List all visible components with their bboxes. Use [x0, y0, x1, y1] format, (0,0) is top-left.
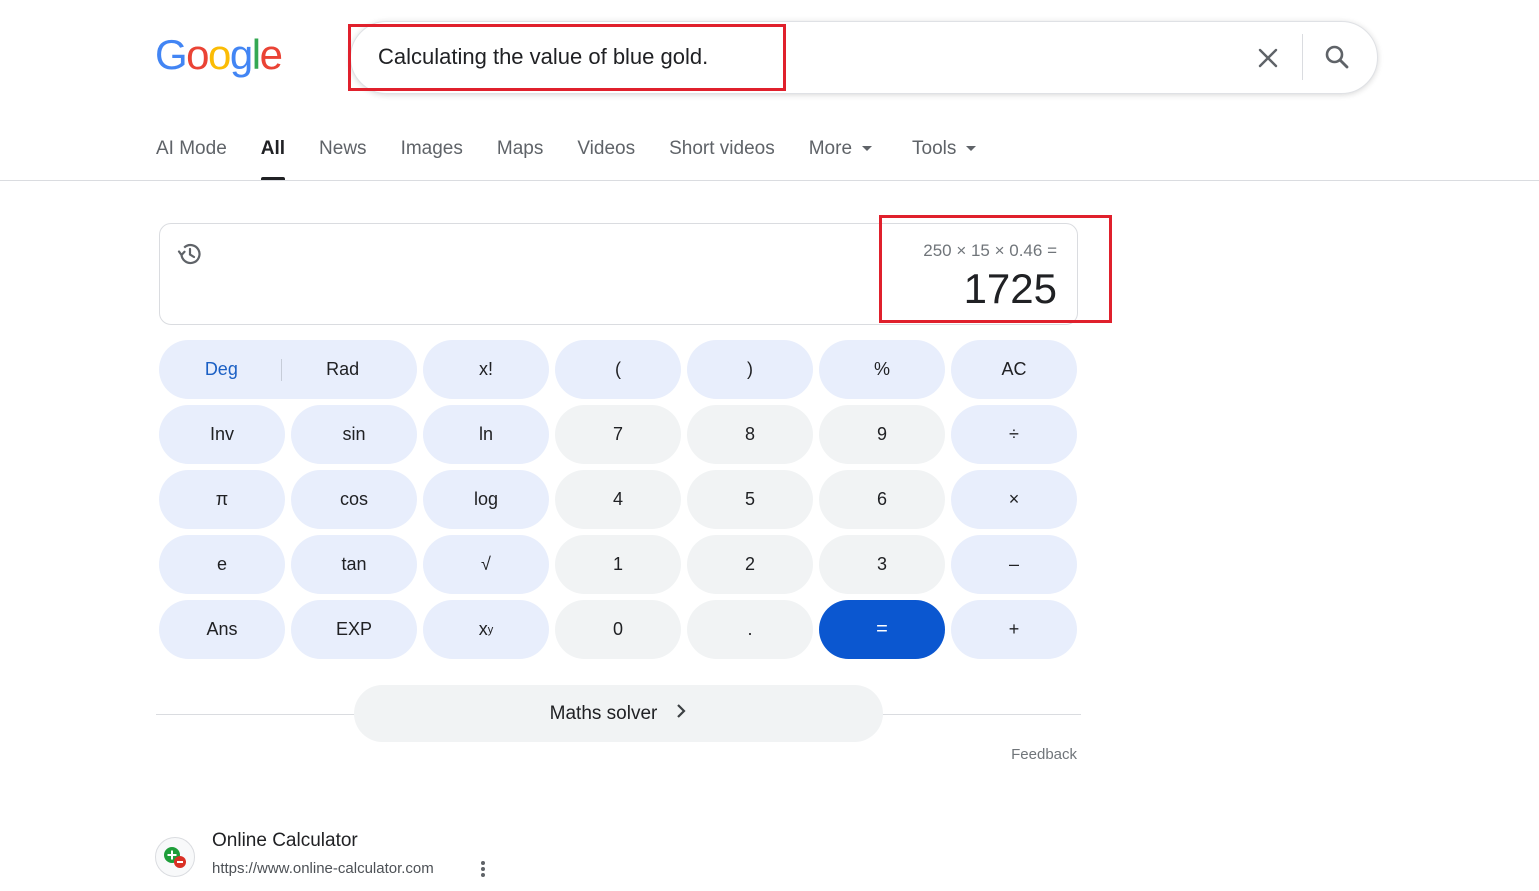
deg-button[interactable]: Deg: [205, 359, 238, 380]
digit-0-key[interactable]: 0: [555, 600, 681, 659]
e-key[interactable]: e: [159, 535, 285, 594]
maths-solver-label: Maths solver: [549, 702, 658, 724]
maths-solver-button[interactable]: Maths solver: [354, 685, 883, 742]
sin-key[interactable]: sin: [291, 405, 417, 464]
logo-letter: o: [186, 31, 209, 78]
digit-5-key[interactable]: 5: [687, 470, 813, 529]
pi-key[interactable]: π: [159, 470, 285, 529]
left-paren-key[interactable]: (: [555, 340, 681, 399]
tab-more[interactable]: More: [808, 136, 873, 180]
tab-news[interactable]: News: [319, 136, 367, 180]
digit-4-key[interactable]: 4: [555, 470, 681, 529]
tab-label: Short videos: [669, 138, 775, 159]
tab-ai-mode[interactable]: AI Mode: [156, 136, 227, 180]
tabs-divider: [0, 180, 1539, 181]
site-favicon: [155, 837, 195, 877]
feedback-link[interactable]: Feedback: [1011, 746, 1077, 763]
tab-label: AI Mode: [156, 138, 227, 159]
rad-button[interactable]: Rad: [326, 359, 359, 380]
tab-all[interactable]: All: [260, 136, 286, 180]
tab-label: Videos: [577, 138, 636, 159]
digit-3-key[interactable]: 3: [819, 535, 945, 594]
all-clear-key[interactable]: AC: [951, 340, 1077, 399]
add-key[interactable]: +: [951, 600, 1077, 659]
search-tabs: AI Mode All News Images Maps Videos Shor…: [156, 136, 1010, 180]
tab-label: Images: [400, 138, 463, 159]
logo-letter: o: [208, 31, 231, 78]
tab-label: Tools: [912, 138, 957, 159]
query-highlight-box: [348, 24, 786, 91]
tan-key[interactable]: tan: [291, 535, 417, 594]
caret-down-icon: [862, 146, 873, 152]
divide-key[interactable]: ÷: [951, 405, 1077, 464]
result-title-link[interactable]: Online Calculator: [212, 830, 358, 852]
google-logo[interactable]: Google: [155, 30, 283, 80]
digit-6-key[interactable]: 6: [819, 470, 945, 529]
tab-label: News: [319, 138, 367, 159]
logo-letter: l: [251, 31, 261, 78]
inverse-key[interactable]: Inv: [159, 405, 285, 464]
result-url[interactable]: https://www.online-calculator.com: [212, 860, 434, 877]
subtract-key[interactable]: –: [951, 535, 1077, 594]
history-button[interactable]: [176, 240, 204, 268]
tab-label: More: [808, 138, 853, 159]
power-key[interactable]: xy: [423, 600, 549, 659]
tab-label: Maps: [496, 138, 544, 159]
equals-key[interactable]: =: [819, 600, 945, 659]
power-base: x: [478, 619, 488, 639]
tab-videos[interactable]: Videos: [577, 136, 635, 180]
cos-key[interactable]: cos: [291, 470, 417, 529]
close-icon: [1258, 48, 1278, 68]
search-icon: [1325, 45, 1349, 69]
ans-key[interactable]: Ans: [159, 600, 285, 659]
ln-key[interactable]: ln: [423, 405, 549, 464]
percent-key[interactable]: %: [819, 340, 945, 399]
exp-key[interactable]: EXP: [291, 600, 417, 659]
digit-7-key[interactable]: 7: [555, 405, 681, 464]
decimal-key[interactable]: .: [687, 600, 813, 659]
multiply-key[interactable]: ×: [951, 470, 1077, 529]
power-exponent: y: [487, 623, 494, 636]
tab-short-videos[interactable]: Short videos: [669, 136, 775, 180]
log-key[interactable]: log: [423, 470, 549, 529]
calculator-favicon-icon: [164, 847, 186, 868]
search-separator: [1302, 34, 1303, 80]
result-highlight-box: [879, 215, 1112, 323]
more-options-icon[interactable]: [474, 858, 492, 880]
toggle-divider: [281, 358, 283, 381]
sqrt-key[interactable]: √: [423, 535, 549, 594]
digit-1-key[interactable]: 1: [555, 535, 681, 594]
caret-down-icon: [966, 146, 977, 152]
right-paren-key[interactable]: ): [687, 340, 813, 399]
logo-letter: g: [229, 31, 253, 78]
digit-8-key[interactable]: 8: [687, 405, 813, 464]
tab-tools[interactable]: Tools: [912, 136, 977, 180]
deg-rad-toggle[interactable]: Deg Rad: [159, 340, 417, 399]
logo-letter: G: [155, 31, 188, 78]
factorial-key[interactable]: x!: [423, 340, 549, 399]
history-icon: [177, 243, 201, 265]
clear-search-button[interactable]: [1250, 40, 1286, 76]
tab-images[interactable]: Images: [401, 136, 463, 180]
search-button[interactable]: [1318, 38, 1356, 76]
digit-2-key[interactable]: 2: [687, 535, 813, 594]
tab-label: All: [260, 138, 286, 159]
digit-9-key[interactable]: 9: [819, 405, 945, 464]
tab-maps[interactable]: Maps: [497, 136, 543, 180]
chevron-right-icon: [675, 702, 687, 725]
logo-letter: e: [259, 31, 283, 78]
